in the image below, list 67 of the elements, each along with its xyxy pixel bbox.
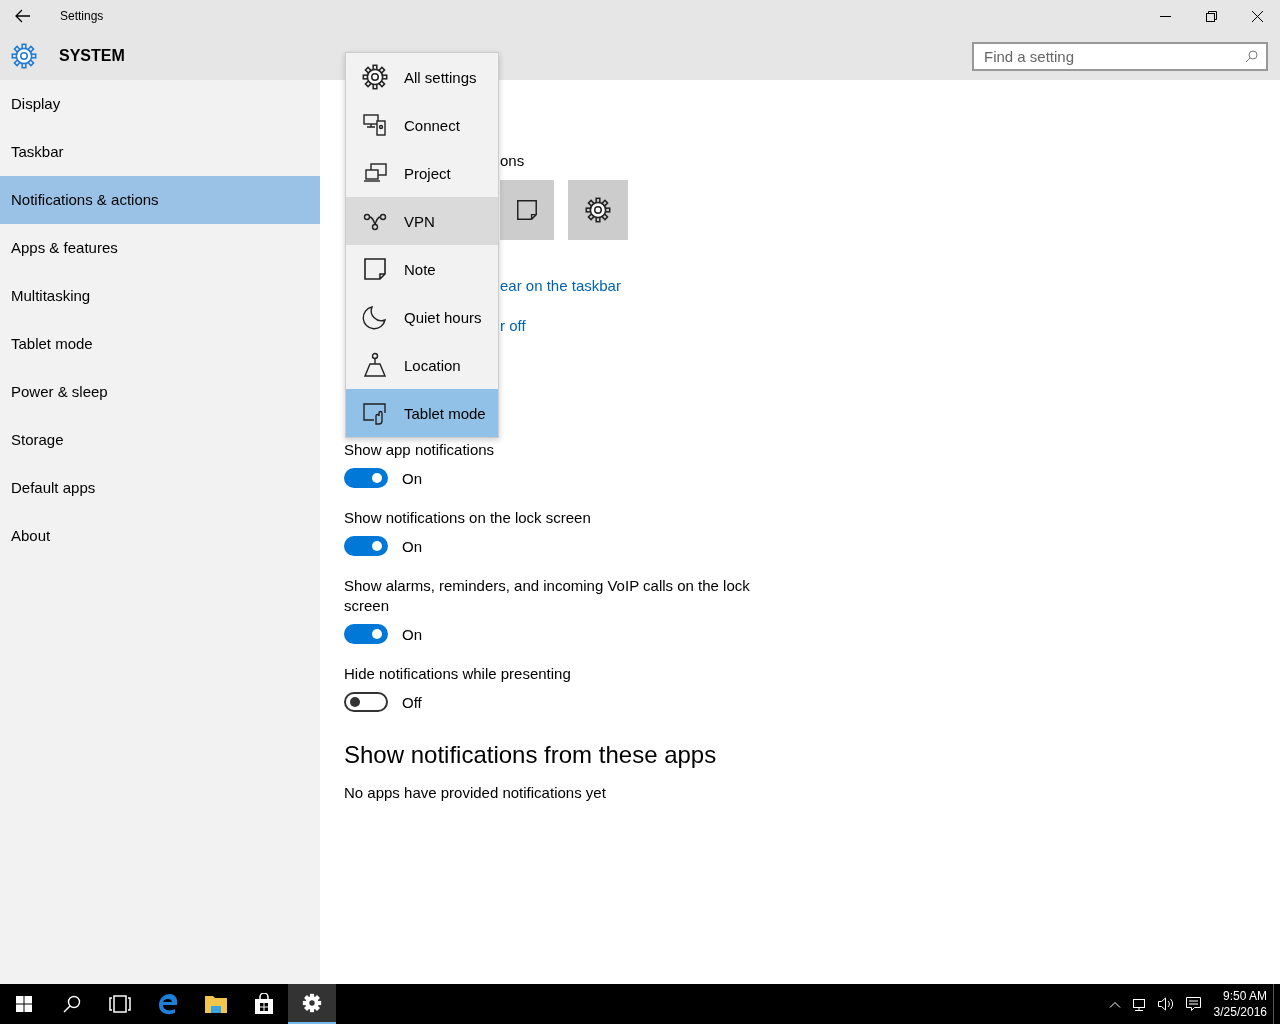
menu-item[interactable]: Note <box>346 245 498 293</box>
taskbar-button[interactable] <box>288 984 336 1024</box>
quick-action-tile[interactable] <box>500 180 554 240</box>
quick-action-tile[interactable] <box>568 180 628 240</box>
menu-item[interactable]: Tablet mode <box>346 389 498 437</box>
sidebar-item[interactable]: Apps & features <box>0 224 320 272</box>
gear-icon <box>11 43 37 69</box>
clock[interactable]: 9:50 AM 3/25/2016 <box>1213 988 1267 1020</box>
section-heading: Show notifications from these apps <box>344 740 718 770</box>
sidebar-item[interactable]: Taskbar <box>0 128 320 176</box>
shopping-bag-icon <box>254 993 274 1015</box>
link[interactable]: r off <box>500 316 526 336</box>
person-pin-icon <box>362 352 388 378</box>
setting-label: Hide notifications while presenting <box>344 664 572 684</box>
section-heading: ons <box>500 152 525 170</box>
sidebar-item[interactable]: Notifications & actions <box>0 176 320 224</box>
setting-label: Show app notifications <box>344 440 496 460</box>
chevron-up-icon[interactable] <box>1108 1000 1121 1008</box>
task-view-icon <box>109 995 131 1013</box>
tablet-touch-icon <box>362 400 388 426</box>
message-icon[interactable] <box>1184 995 1202 1013</box>
page-title: SYSTEM <box>59 47 125 65</box>
windows-icon <box>16 996 32 1012</box>
window-title: Settings <box>60 9 104 23</box>
moon-icon <box>362 304 388 330</box>
search-icon <box>63 995 81 1013</box>
menu-item[interactable]: Project <box>346 149 498 197</box>
toggle-switch[interactable] <box>344 692 388 712</box>
speaker-icon[interactable] <box>1156 996 1175 1012</box>
close-icon <box>1251 10 1263 22</box>
toggle-state: On <box>402 469 422 487</box>
setting-label: Show alarms, reminders, and incoming VoIP calls on the lock screen <box>344 576 751 616</box>
browser-e-icon <box>157 993 179 1015</box>
menu-item[interactable]: Location <box>346 341 498 389</box>
toggle-switch[interactable] <box>344 624 388 644</box>
menu-item[interactable]: Connect <box>346 101 498 149</box>
folder-icon <box>204 994 228 1014</box>
sidebar-item[interactable]: About <box>0 512 320 560</box>
toggle-state: Off <box>402 693 422 711</box>
sidebar-item[interactable]: Display <box>0 80 320 128</box>
search-field[interactable]: Find a setting <box>972 41 1268 71</box>
toggle-state: On <box>402 625 422 643</box>
search-icon <box>1245 49 1258 63</box>
toggle-switch[interactable] <box>344 536 388 556</box>
minimize-icon <box>1159 15 1171 17</box>
menu-item[interactable]: VPN <box>346 197 498 245</box>
setting-label: Show notifications on the lock screen <box>344 508 592 528</box>
toggle-switch[interactable] <box>344 468 388 488</box>
sidebar-item[interactable]: Tablet mode <box>0 320 320 368</box>
gear-icon <box>302 993 322 1013</box>
sidebar-item[interactable]: Storage <box>0 416 320 464</box>
empty-message: No apps have provided notifications yet <box>344 784 607 801</box>
menu-item[interactable]: Quiet hours <box>346 293 498 341</box>
restore-icon <box>1205 10 1217 22</box>
toggle-state: On <box>402 537 422 555</box>
monitor-speaker-icon <box>362 112 388 138</box>
note-icon <box>362 256 388 282</box>
gear-icon <box>362 64 388 90</box>
gear-icon <box>585 197 611 223</box>
sidebar-item[interactable]: Multitasking <box>0 272 320 320</box>
note-icon <box>515 198 539 222</box>
sidebar-item[interactable]: Power & sleep <box>0 368 320 416</box>
menu-item[interactable]: All settings <box>346 53 498 101</box>
network-icon[interactable] <box>1130 996 1147 1012</box>
link[interactable]: ear on the taskbar <box>500 276 621 296</box>
sidebar-item[interactable]: Default apps <box>0 464 320 512</box>
back-arrow-icon <box>15 9 31 23</box>
